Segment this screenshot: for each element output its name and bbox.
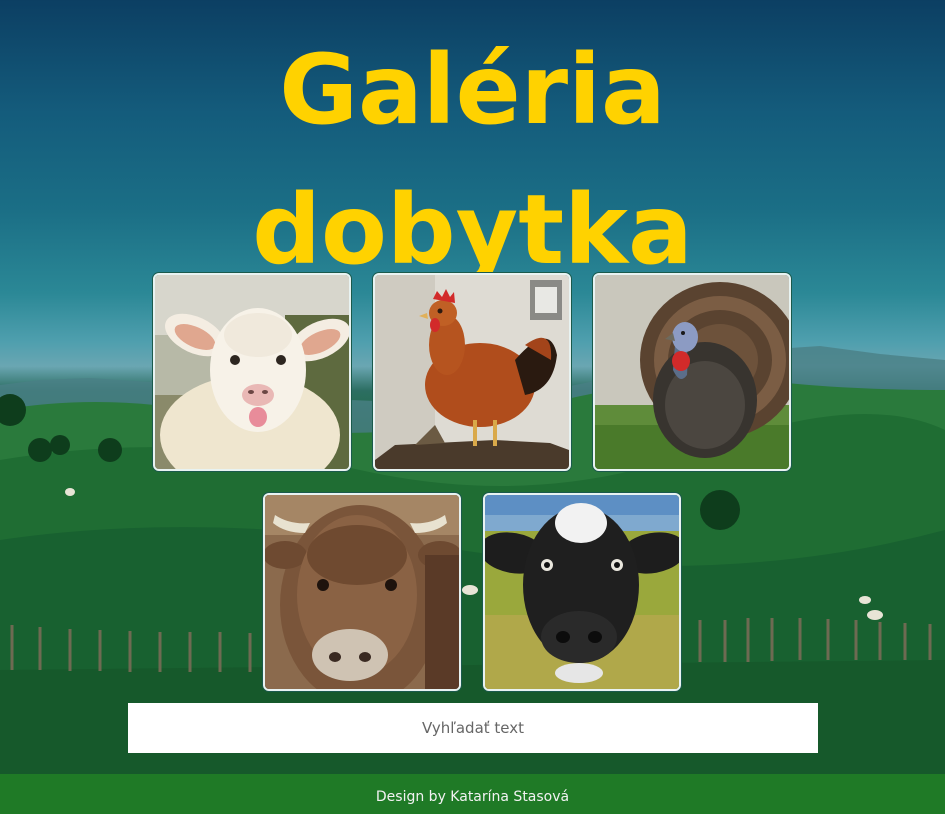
gallery-item-sheep[interactable] [153,273,351,471]
search-input[interactable] [128,703,818,753]
cow-photo [485,495,679,689]
footer-credit: Design by Katarína Stasová [375,789,570,805]
sheep-photo [155,275,349,469]
turkey-photo [595,275,789,469]
bull-photo [265,495,459,689]
gallery-item-bull[interactable] [263,493,461,691]
page-title-line1: Galéria [279,34,666,146]
footer: Design by Katarína Stasová [0,774,945,814]
gallery-item-cow[interactable] [483,493,681,691]
chicken-photo [375,275,569,469]
gallery-item-chicken[interactable] [373,273,571,471]
page-title: Galéria dobytka [0,20,945,300]
gallery-item-turkey[interactable] [593,273,791,471]
